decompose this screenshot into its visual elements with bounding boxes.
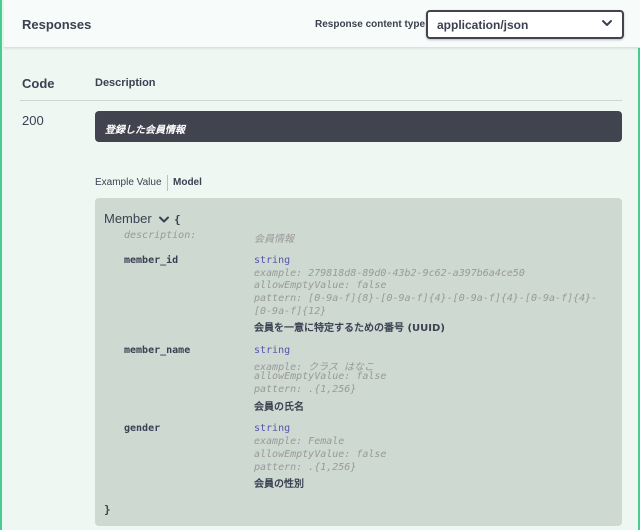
response-description-box: 登録した会員情報: [95, 111, 622, 142]
property-type: string: [254, 345, 291, 356]
property-example: example: 279818d8-89d0-43b2-9c62-a397b6a…: [254, 268, 525, 279]
description-column-header: Description: [95, 77, 156, 89]
property-pattern-cont: [0-9a-f]{12}: [254, 306, 327, 317]
property-description: 会員の氏名: [254, 402, 304, 413]
property-description: 会員の性別: [254, 479, 304, 490]
property-pattern: pattern: .{1,256}: [254, 384, 357, 395]
model-description-key: description:: [124, 230, 197, 241]
property-pattern: pattern: .{1,256}: [254, 462, 357, 473]
tab-divider: [167, 175, 168, 191]
content-type-label: Response content type: [315, 19, 426, 30]
chevron-down-icon: [602, 20, 612, 26]
property-name: gender: [124, 423, 161, 434]
property-name: member_name: [124, 345, 191, 356]
property-example: example: Female: [254, 436, 345, 447]
model-title[interactable]: Member: [104, 211, 152, 226]
property-type: string: [254, 423, 291, 434]
model-schema-box: Member { description: 会員情報 member_id str…: [95, 198, 622, 526]
property-type: string: [254, 255, 291, 266]
property-description: 会員を一意に特定するための番号 (UUID): [254, 323, 445, 334]
open-brace: {: [174, 213, 181, 226]
property-pattern: pattern: [0-9a-f]{8}-[0-9a-f]{4}-[0-9a-f…: [254, 293, 598, 304]
code-column-header: Code: [22, 76, 55, 91]
tab-example-value[interactable]: Example Value: [95, 177, 162, 188]
responses-title: Responses: [22, 17, 92, 32]
property-allow-empty: allowEmptyValue: false: [254, 449, 387, 460]
property-allow-empty: allowEmptyValue: false: [254, 371, 387, 382]
responses-panel: Responses Response content type applicat…: [0, 0, 640, 530]
content-type-value: application/json: [437, 18, 529, 32]
content-type-select[interactable]: application/json: [426, 10, 624, 39]
table-header-divider: [20, 100, 622, 101]
close-brace: }: [104, 503, 111, 516]
response-description: 登録した会員情報: [105, 125, 185, 136]
responses-header: Responses Response content type applicat…: [4, 0, 640, 48]
tab-model[interactable]: Model: [173, 177, 202, 188]
chevron-down-icon[interactable]: [159, 216, 169, 224]
response-code: 200: [22, 113, 44, 128]
property-allow-empty: allowEmptyValue: false: [254, 280, 387, 291]
model-description-value: 会員情報: [254, 234, 294, 245]
property-name: member_id: [124, 255, 179, 266]
